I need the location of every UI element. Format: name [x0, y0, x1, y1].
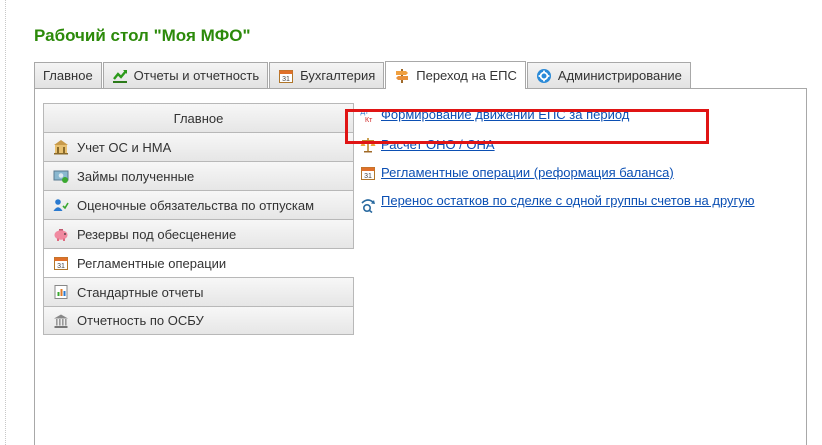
tab-content-panel: Главное Учет ОС и НМА Займы полученные О…	[34, 88, 807, 445]
calendar-icon: 31	[278, 68, 294, 84]
section-routine-operations[interactable]: 31 Регламентные операции	[43, 248, 354, 277]
transfer-icon	[360, 197, 376, 213]
section-label: Резервы под обесценение	[77, 226, 237, 242]
tab-eps-transition[interactable]: Переход на ЕПС	[385, 61, 526, 89]
svg-text:31: 31	[282, 76, 290, 83]
tab-label: Бухгалтерия	[300, 68, 376, 83]
section-main[interactable]: Главное	[43, 103, 354, 132]
page-title: Рабочий стол "Моя МФО"	[34, 26, 251, 45]
section-osbu-reporting[interactable]: Отчетность по ОСБУ	[43, 306, 354, 335]
section-loans-received[interactable]: Займы полученные	[43, 161, 354, 190]
dt-kt-icon: Дт Кт	[360, 107, 376, 123]
calendar-icon: 31	[360, 165, 376, 181]
tab-label: Главное	[43, 68, 93, 83]
command-balance-reformation: 31 Регламентные операции (реформация бал…	[360, 165, 780, 181]
section-label: Стандартные отчеты	[77, 284, 204, 300]
section-label: Регламентные операции	[77, 255, 227, 271]
tab-administration[interactable]: Администрирование	[526, 62, 691, 88]
section-vacation-liabilities[interactable]: Оценочные обязательства по отпускам	[43, 190, 354, 219]
tab-label: Отчеты и отчетность	[133, 68, 260, 83]
building-icon	[53, 139, 69, 155]
svg-text:Кт: Кт	[365, 117, 373, 123]
tab-reports[interactable]: Отчеты и отчетность	[102, 62, 269, 88]
users-icon	[53, 197, 69, 213]
svg-text:31: 31	[364, 173, 372, 180]
section-label: Займы полученные	[77, 168, 195, 184]
piggy-bank-icon	[53, 226, 69, 242]
section-label: Учет ОС и НМА	[77, 139, 172, 155]
desktop-page: Рабочий стол "Моя МФО" Главное Отчеты и …	[0, 0, 822, 445]
section-list: Главное Учет ОС и НМА Займы полученные О…	[43, 103, 354, 335]
tab-label: Администрирование	[557, 68, 682, 83]
bank-icon	[53, 313, 69, 329]
command-ono-ona: Расчет ОНО / ОНА	[360, 137, 780, 153]
money-icon	[53, 168, 69, 184]
scales-icon	[360, 137, 376, 153]
section-label: Главное	[173, 110, 224, 126]
tab-bar: Главное Отчеты и отчетность 31 Бухгалтер…	[34, 61, 692, 89]
commands-list: Дт Кт Формирование движений ЕПС за перио…	[360, 107, 780, 213]
section-standard-reports[interactable]: Стандартные отчеты	[43, 277, 354, 306]
command-eps-movements: Дт Кт Формирование движений ЕПС за перио…	[360, 107, 780, 123]
link-eps-movements[interactable]: Формирование движений ЕПС за период	[381, 107, 629, 123]
svg-text:Дт: Дт	[361, 109, 370, 116]
calendar-icon: 31	[53, 255, 69, 271]
svg-text:31: 31	[57, 263, 65, 270]
gear-icon	[536, 68, 552, 84]
section-label: Отчетность по ОСБУ	[77, 313, 204, 328]
command-transfer-balances: Перенос остатков по сделке с одной групп…	[360, 193, 780, 213]
section-impairment-reserves[interactable]: Резервы под обесценение	[43, 219, 354, 248]
tab-main[interactable]: Главное	[34, 62, 102, 88]
chart-icon	[112, 68, 128, 84]
link-transfer-balances[interactable]: Перенос остатков по сделке с одной групп…	[381, 193, 755, 209]
tab-label: Переход на ЕПС	[416, 68, 517, 83]
section-label: Оценочные обязательства по отпускам	[77, 197, 315, 213]
section-fixed-assets[interactable]: Учет ОС и НМА	[43, 132, 354, 161]
left-guide-line	[5, 0, 6, 445]
link-ono-ona-calculation[interactable]: Расчет ОНО / ОНА	[381, 137, 495, 153]
report-icon	[53, 284, 69, 300]
tab-accounting[interactable]: 31 Бухгалтерия	[269, 62, 385, 88]
link-balance-reformation[interactable]: Регламентные операции (реформация баланс…	[381, 165, 674, 181]
signpost-icon	[394, 68, 410, 84]
